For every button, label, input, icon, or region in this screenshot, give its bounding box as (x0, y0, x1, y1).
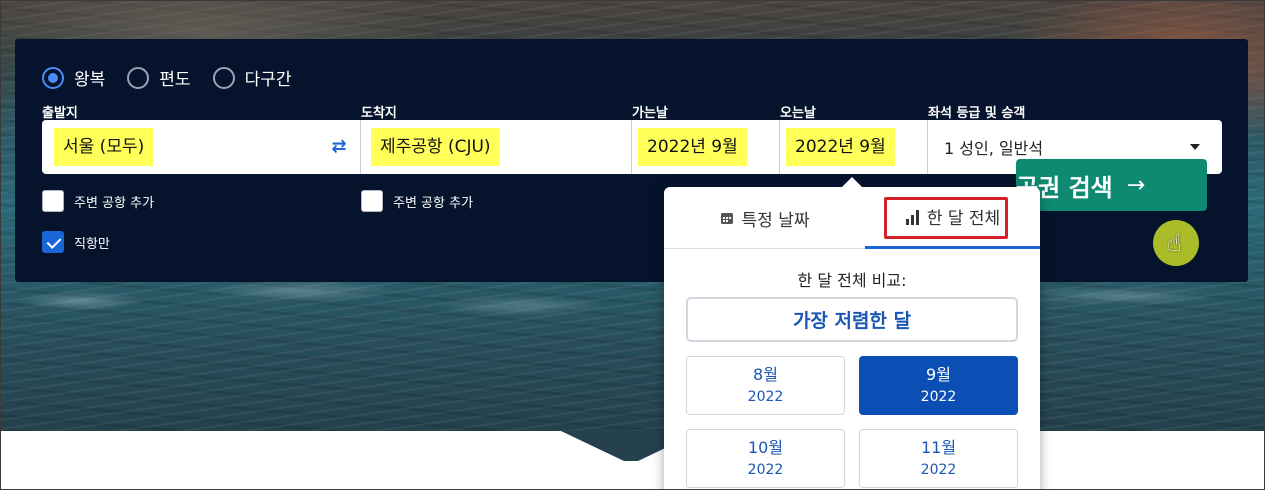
cabin-value: 1 성인, 일반석 (944, 139, 1044, 158)
destination-field[interactable]: 제주공항 (CJU) (360, 120, 631, 174)
radio-selected-icon[interactable] (42, 66, 64, 89)
month-label: 8월 (753, 364, 778, 384)
depart-label: 가는날 (632, 106, 668, 121)
checkbox-icon[interactable] (42, 190, 64, 212)
checkbox-label: 주변 공항 추가 (393, 195, 474, 211)
trip-type-group: 왕복 편도 다구간 (42, 65, 313, 90)
return-label: 오는날 (780, 106, 816, 121)
month-option[interactable]: 8월 2022 (686, 356, 845, 415)
radio-icon[interactable] (212, 66, 235, 89)
direct-only-option[interactable]: 직항만 (42, 231, 110, 253)
month-option[interactable]: 10월 2022 (686, 429, 845, 488)
trip-type-label: 왕복 (74, 70, 106, 90)
year-label: 2022 (920, 461, 957, 478)
month-option-selected[interactable]: 9월 2022 (859, 356, 1018, 415)
trip-type-multicity[interactable]: 다구간 (212, 65, 292, 90)
date-mode-tabs: 특정 날짜 한 달 전체 (664, 187, 1040, 249)
checkbox-icon[interactable] (361, 190, 383, 212)
month-label: 10월 (747, 437, 784, 457)
destination-label: 도착지 (361, 106, 397, 121)
trip-type-roundtrip[interactable]: 왕복 (42, 65, 105, 90)
arrow-right-icon: → (1126, 172, 1146, 198)
origin-field[interactable]: 서울 (모두) ⇄ (42, 120, 360, 174)
trip-type-label: 다구간 (244, 70, 292, 90)
year-label: 2022 (747, 461, 784, 478)
trip-type-oneway[interactable]: 편도 (127, 65, 191, 90)
month-option[interactable]: 11월 2022 (859, 429, 1018, 488)
checkbox-label: 주변 공항 추가 (74, 195, 155, 211)
trip-type-label: 편도 (159, 70, 191, 90)
screenshot-frame: 왕복 편도 다구간 출발지 도착지 가는날 오는날 좌석 등급 및 승객 서울 … (0, 0, 1265, 490)
origin-label: 출발지 (42, 106, 78, 121)
nearby-destination-option[interactable]: 주변 공항 추가 (361, 190, 473, 212)
compare-label: 한 달 전체 비교: (797, 271, 907, 290)
month-label: 9월 (926, 364, 951, 384)
year-label: 2022 (747, 388, 784, 405)
calendar-icon (720, 211, 734, 225)
return-date-field[interactable]: 2022년 9월 (779, 120, 927, 174)
cheapest-month-button[interactable]: 가장 저렴한 달 (686, 297, 1018, 342)
caret-down-icon (1190, 144, 1200, 150)
origin-value: 서울 (모두) (54, 128, 154, 166)
cabin-label: 좌석 등급 및 승객 (928, 106, 1026, 121)
checkbox-label: 직항만 (74, 236, 110, 252)
search-flights-button[interactable]: 항공권 검색 → (1016, 159, 1207, 211)
tab-specific-date[interactable]: 특정 날짜 (664, 187, 865, 249)
radio-icon[interactable] (127, 66, 150, 89)
depart-date-field[interactable]: 2022년 9월 (631, 120, 779, 174)
month-picker-dropdown: 특정 날짜 한 달 전체 한 달 전체 비교: 가장 저렴한 달 8월 2022… (664, 177, 1040, 489)
tab-label: 특정 날짜 (741, 210, 810, 231)
return-value: 2022년 9월 (786, 128, 895, 166)
depart-value: 2022년 9월 (638, 128, 747, 166)
swap-arrows-icon[interactable]: ⇄ (328, 137, 350, 157)
hand-cursor-icon: ☝ (1167, 229, 1182, 257)
checkbox-checked-icon[interactable] (42, 231, 64, 253)
nearby-origin-option[interactable]: 주변 공항 추가 (42, 190, 154, 212)
year-label: 2022 (920, 388, 957, 405)
annotation-highlight-box (884, 197, 1008, 239)
month-label: 11월 (920, 437, 957, 457)
destination-value: 제주공항 (CJU) (371, 128, 500, 166)
